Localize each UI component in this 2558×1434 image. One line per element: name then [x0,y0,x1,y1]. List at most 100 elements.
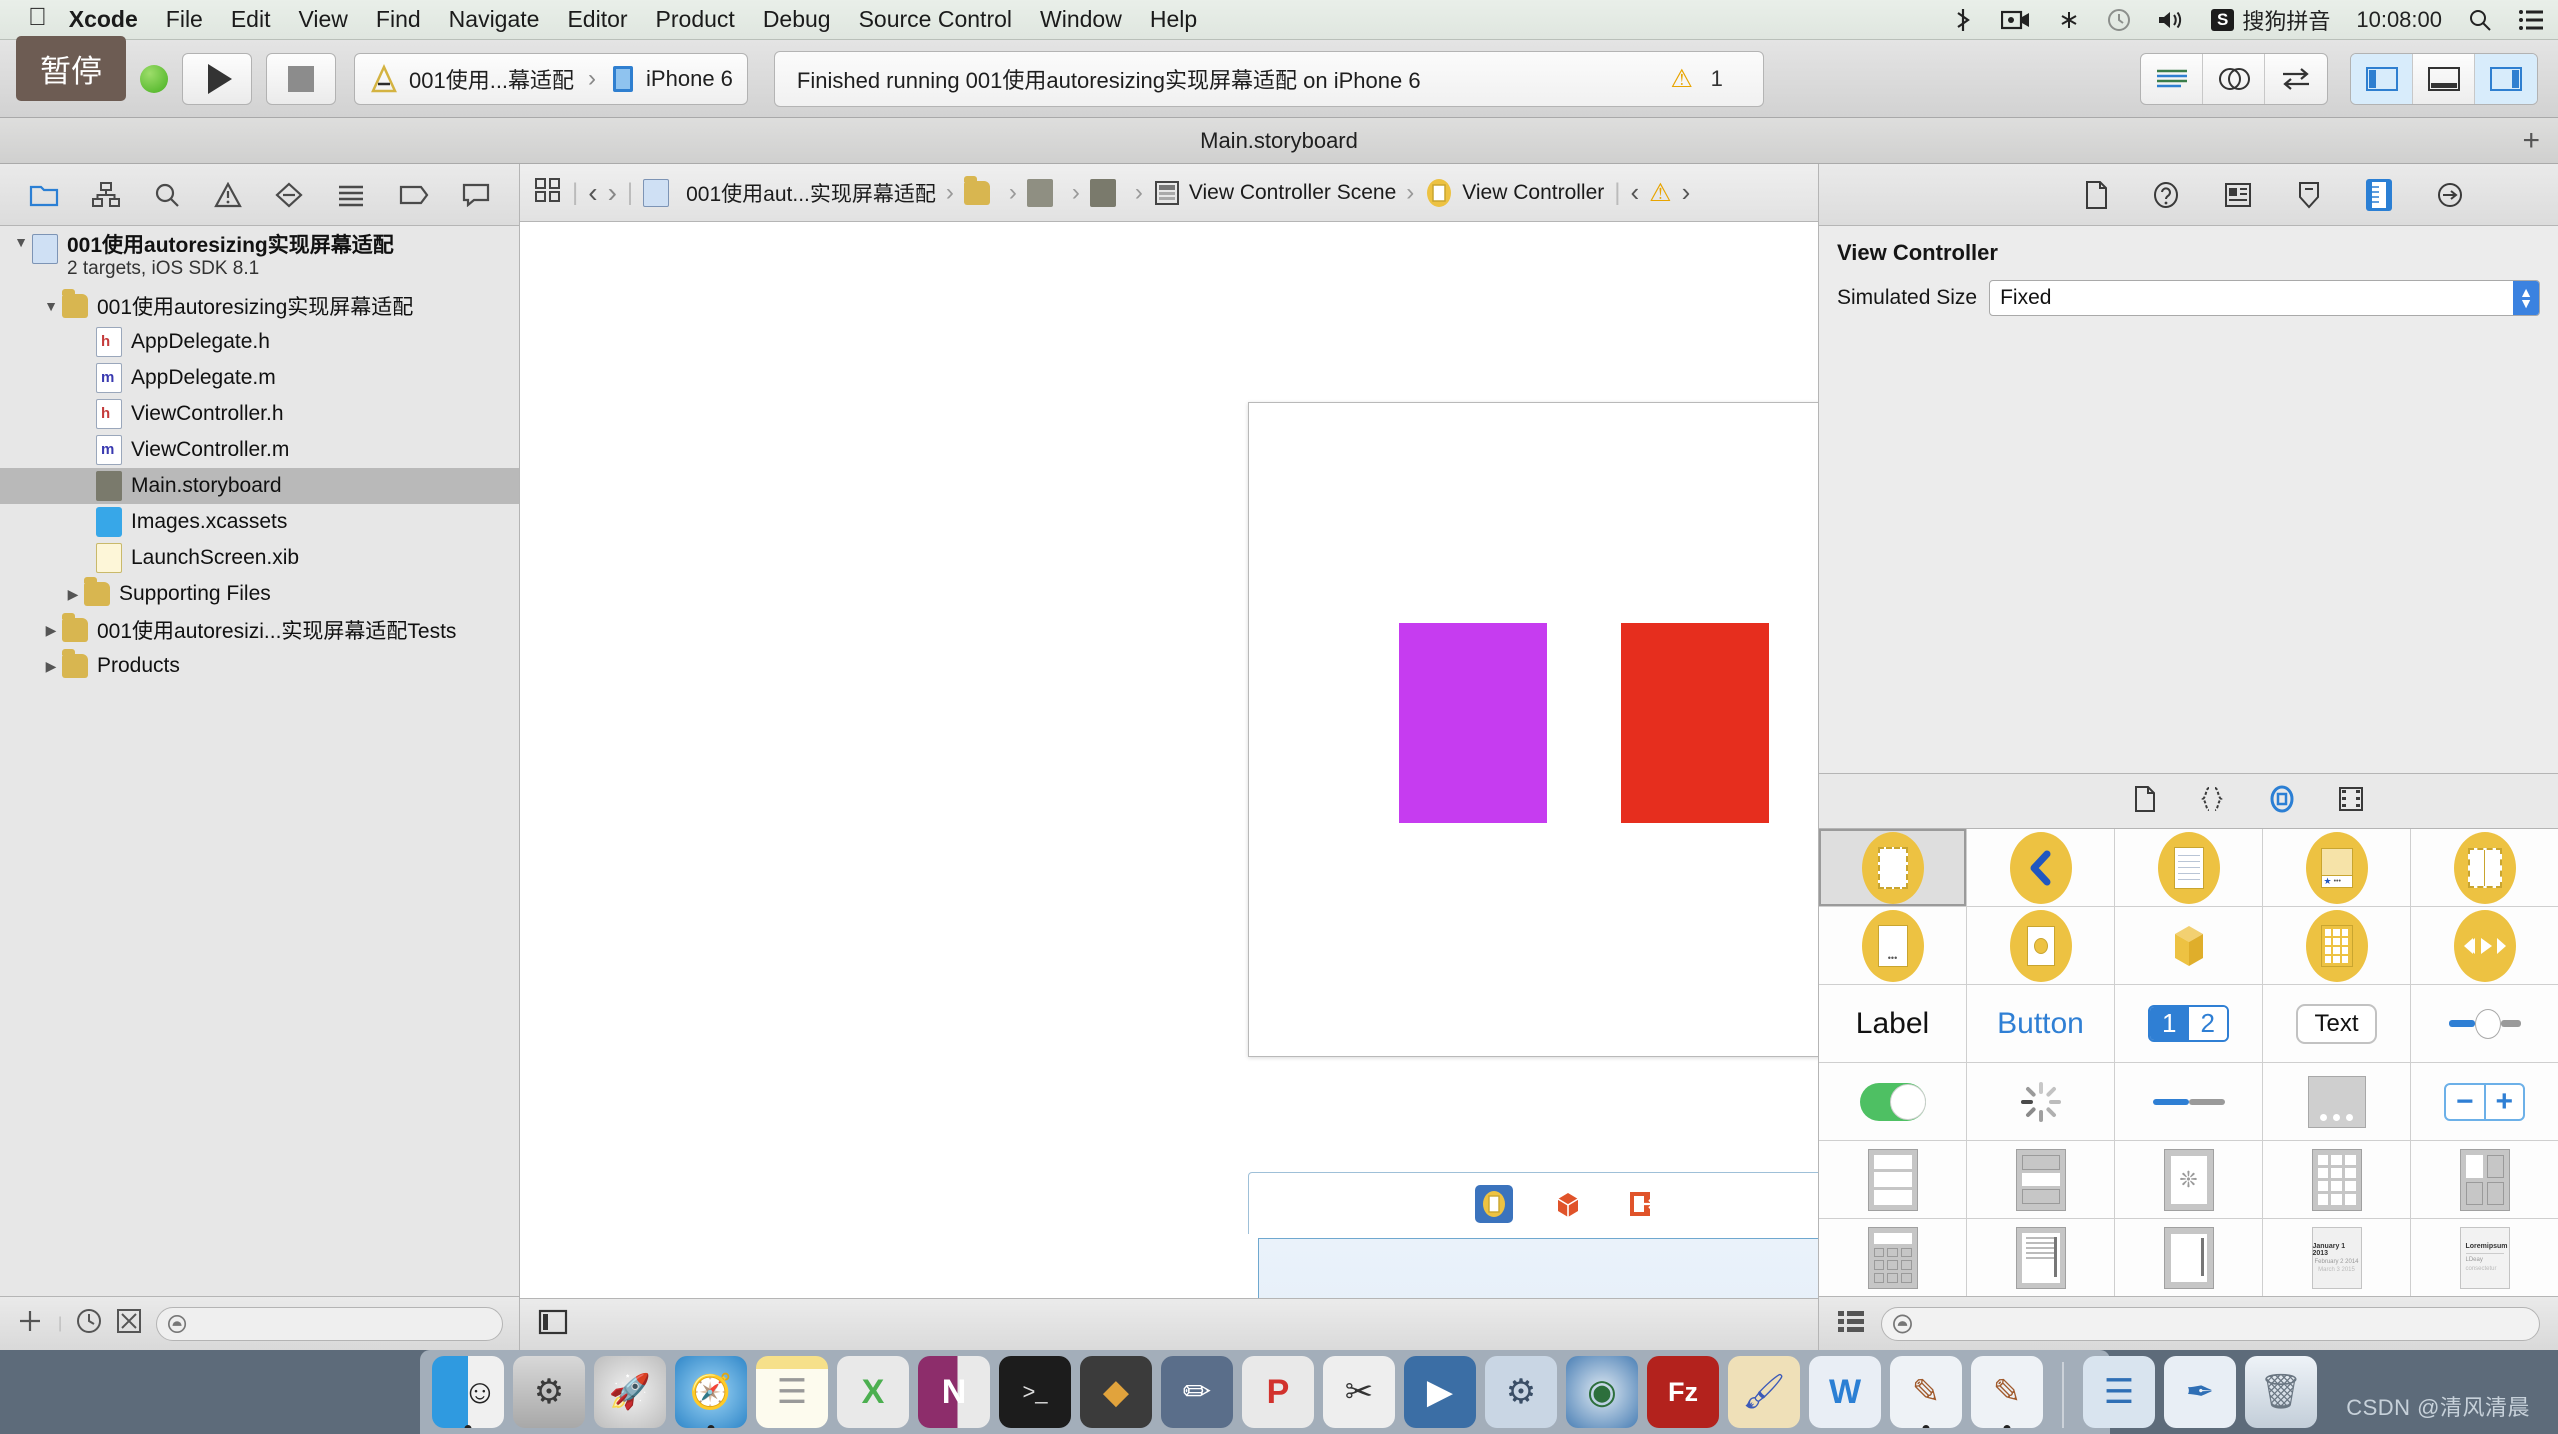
bluetooth-icon[interactable] [1951,7,1975,33]
library-item-label[interactable]: Label [1819,985,1966,1062]
tree-row-supporting-files[interactable]: ▶ Supporting Files [0,576,519,612]
plus-icon[interactable] [16,1307,44,1340]
dock-item-xcode-a[interactable]: ✎ [1890,1356,1962,1428]
tree-row-products[interactable]: ▶ Products [0,648,519,684]
forward-button[interactable]: › [608,177,617,209]
search-icon[interactable] [2468,8,2492,32]
dock-item-notes[interactable]: ☰ [756,1356,828,1428]
library-item-scroll-view[interactable] [2115,1219,2262,1296]
notification-center-icon[interactable] [2518,9,2544,31]
disclosure-triangle-open-icon[interactable]: ▼ [40,298,62,314]
connections-inspector-icon[interactable] [2436,181,2464,209]
menu-item-window[interactable]: Window [1040,6,1122,33]
dock-item-paint-tool[interactable]: 🖌 [1728,1356,1800,1428]
preview-scene[interactable] [1248,402,1818,1057]
dock-item-tools[interactable]: ✏ [1161,1356,1233,1428]
tree-row-main-storyboard[interactable]: Main.storyboard [0,468,519,504]
dock-item-excel[interactable]: X [837,1356,909,1428]
menu-item-view[interactable]: View [298,6,347,33]
library-item-table-view-controller[interactable] [2115,829,2262,906]
object-library-icon[interactable] [2268,785,2296,818]
disclosure-triangle-open-icon[interactable]: ▼ [10,234,32,250]
source-control-filter-icon[interactable] [116,1308,142,1339]
timemachine-icon[interactable] [2107,8,2131,32]
breadcrumb-project[interactable]: 001使用aut...实现屏幕适配 [643,178,936,208]
tree-row-viewcontroller-h[interactable]: h ViewController.h [0,396,519,432]
issue-navigator-icon[interactable] [213,181,242,208]
dock-item-screenflow[interactable]: ▶ [1404,1356,1476,1428]
library-item-collection-view-cell[interactable] [2411,1141,2558,1218]
attributes-inspector-icon[interactable] [2296,181,2322,209]
menu-item-product[interactable]: Product [656,6,735,33]
navigator-filter-field[interactable] [156,1306,503,1341]
dock-item-pdf-reader[interactable]: P [1242,1356,1314,1428]
library-item-text-view[interactable] [1967,1219,2114,1296]
menu-item-edit[interactable]: Edit [231,6,271,33]
exit-icon[interactable] [1623,1185,1661,1223]
breadcrumb-storyboard[interactable] [1089,178,1125,207]
breadcrumb-file[interactable] [1026,178,1062,207]
menu-item-source-control[interactable]: Source Control [859,6,1012,33]
dock-item-trash[interactable]: 🗑 [2245,1356,2317,1428]
navigator-filter-input[interactable] [195,1312,492,1335]
library-item-av-player-view-controller[interactable] [2411,907,2558,984]
library-item-collection-view-controller[interactable] [2263,907,2410,984]
input-method-indicator[interactable]: S 搜狗拼音 [2211,4,2330,36]
editor-layout-icon[interactable] [538,1309,568,1340]
library-item-text-field[interactable]: Text [2263,985,2410,1062]
tree-row-project[interactable]: ▼ 001使用autoresizing实现屏幕适配 2 targets, iOS… [0,234,519,288]
library-item-activity-indicator[interactable] [1967,1063,2114,1140]
purple-square[interactable] [1399,623,1547,823]
pause-overlay-button[interactable]: 暂停 [16,36,126,101]
list-layout-icon[interactable] [1837,1308,1865,1339]
menu-item-find[interactable]: Find [376,6,421,33]
issue-next-button[interactable]: › [1682,177,1691,208]
library-item-page-control[interactable] [2263,1063,2410,1140]
library-item-segmented-control[interactable]: 1 2 [2115,985,2262,1062]
library-item-image-view[interactable]: ❊ [2115,1141,2262,1218]
dock-item-safari[interactable]: 🧭 [675,1356,747,1428]
library-item-date-picker[interactable]: January 1 2013 February 2 2014 March 3 2… [2263,1219,2410,1296]
menu-item-file[interactable]: File [166,6,203,33]
breadcrumb-view-controller[interactable]: View Controller [1424,178,1604,208]
simulated-device-view[interactable] [1258,1238,1818,1298]
dock-item-terminal[interactable]: >_ [999,1356,1071,1428]
dock-item-xcode-b[interactable]: ✎ [1971,1356,2043,1428]
view-controller-scene[interactable] [1248,1172,1818,1298]
quick-help-icon[interactable] [2152,181,2180,209]
chevron-updown-icon[interactable]: ▲ ▼ [2513,281,2539,315]
toggle-debug-area-icon[interactable] [2413,53,2475,104]
tree-row-tests-group[interactable]: ▶ 001使用autoresizi...实现屏幕适配Tests [0,612,519,648]
dock-item-downloads-stack[interactable]: ☰ [2083,1356,2155,1428]
symbol-navigator-icon[interactable] [92,181,121,208]
apple-icon[interactable]:  [28,5,47,30]
disclosure-triangle-closed-icon[interactable]: ▶ [40,658,62,675]
library-item-progress-view[interactable] [2115,1063,2262,1140]
library-item-slider[interactable] [2411,985,2558,1062]
menu-bar-clock[interactable]: 10:08:00 [2356,7,2442,33]
standard-editor-icon[interactable] [2141,53,2203,104]
tree-row-appdelegate-m[interactable]: m AppDelegate.m [0,360,519,396]
library-item-collection-view[interactable] [2263,1141,2410,1218]
library-item-tab-bar-controller[interactable]: ★ ••• [2263,829,2410,906]
library-item-gl-kit-view-controller[interactable] [1967,907,2114,984]
project-navigator-icon[interactable] [29,182,59,208]
stop-button[interactable] [266,52,336,105]
volume-icon[interactable] [2157,8,2185,32]
dock-item-sublime-text[interactable]: ◆ [1080,1356,1152,1428]
library-item-collection-reusable-view[interactable] [1819,1219,1966,1296]
tree-row-viewcontroller-m[interactable]: m ViewController.m [0,432,519,468]
dock-item-document-stack[interactable]: ✒ [2164,1356,2236,1428]
tree-row-images-xcassets[interactable]: Images.xcassets [0,504,519,540]
dock-item-robot-app[interactable]: ⚙ [1485,1356,1557,1428]
library-item-picker-view[interactable]: Loremipsum LDeay consectetur [2411,1219,2558,1296]
identity-inspector-icon[interactable] [2224,182,2252,208]
toggle-utilities-icon[interactable] [2475,53,2537,104]
back-button[interactable]: ‹ [588,177,597,209]
code-snippet-library-icon[interactable] [2198,786,2226,817]
version-editor-icon[interactable] [2265,54,2327,104]
dock-item-launchpad[interactable]: 🚀 [594,1356,666,1428]
screen-record-icon[interactable] [2001,9,2031,31]
find-navigator-icon[interactable] [154,182,180,208]
test-navigator-icon[interactable] [275,182,303,208]
